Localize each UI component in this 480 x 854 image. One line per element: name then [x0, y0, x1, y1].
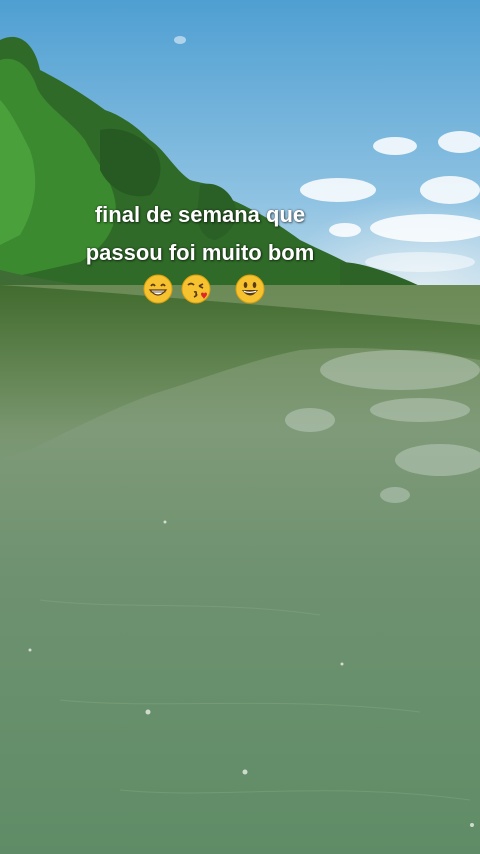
caption-line-2: passou foi muito bom	[85, 240, 315, 265]
emoji-row	[8, 274, 400, 304]
caption-overlay: final de semana que passou foi muito bom	[0, 196, 400, 304]
caption-line-1: final de semana que	[94, 202, 306, 227]
grinning-face-with-smiling-eyes-icon	[143, 274, 173, 304]
river-landscape-photo	[0, 0, 480, 854]
grinning-face-big-eyes-icon	[235, 274, 265, 304]
face-blowing-kiss-icon	[181, 274, 211, 304]
video-frame: final de semana que passou foi muito bom	[0, 0, 480, 854]
